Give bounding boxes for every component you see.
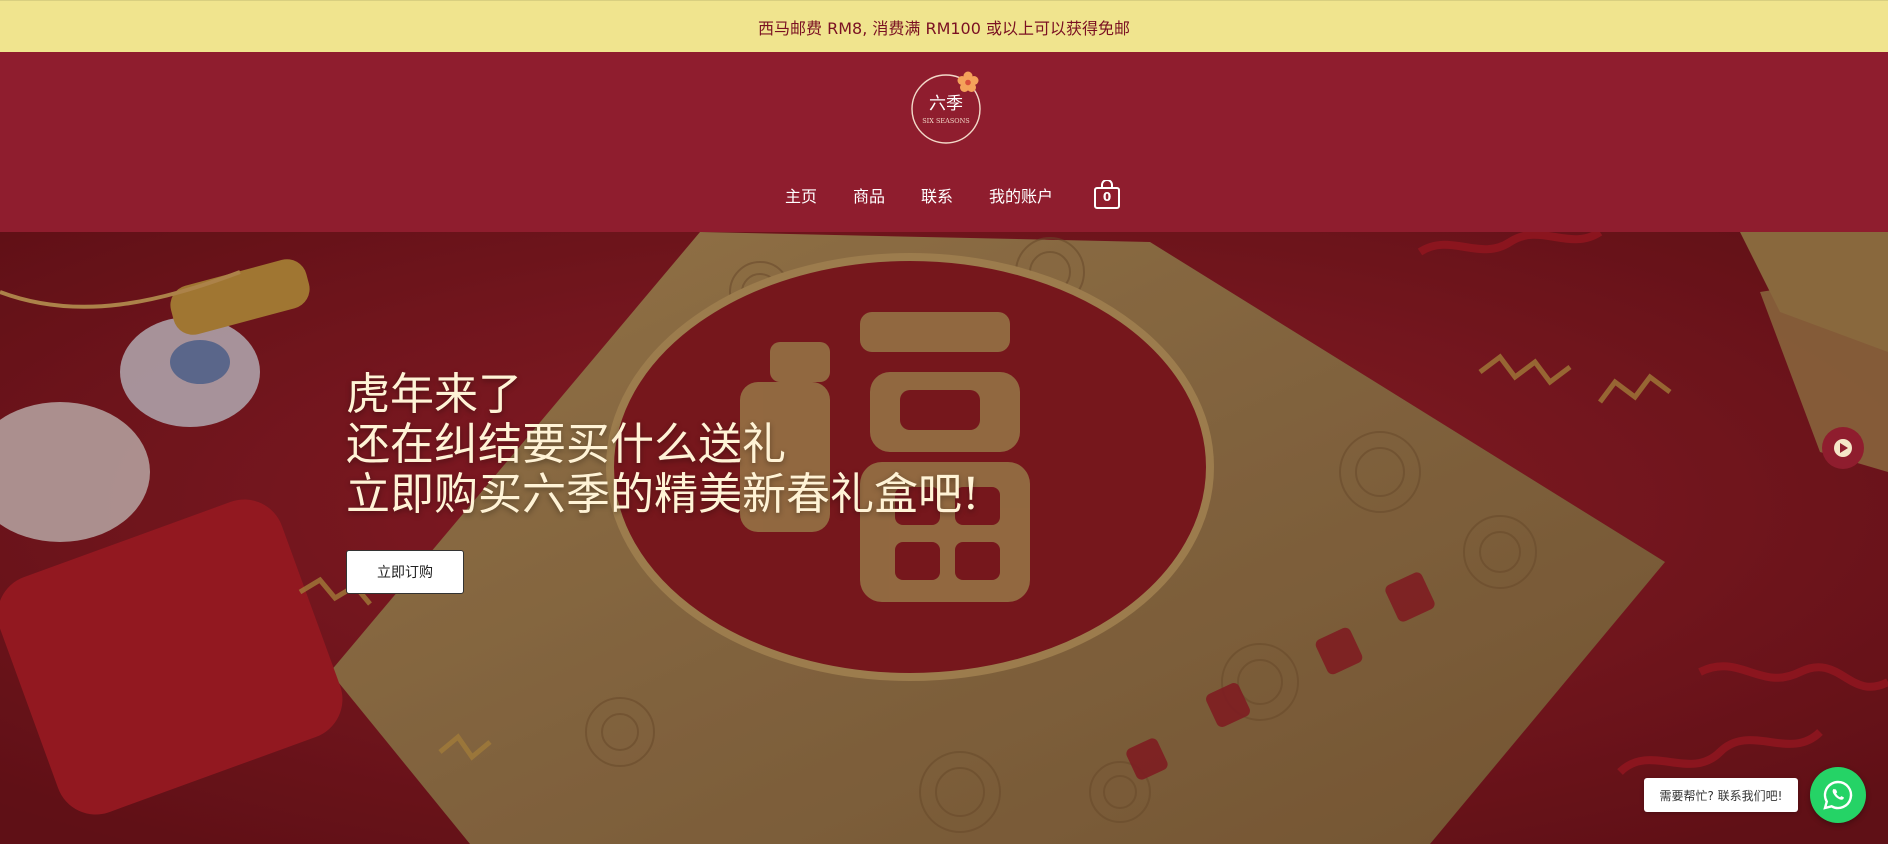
hero-content: 虎年来了 还在纠结要买什么送礼 立即购买六季的精美新春礼盒吧! 立即订购 [346,370,980,594]
whatsapp-icon [1823,780,1853,810]
hero-banner: 虎年来了 还在纠结要买什么送礼 立即购买六季的精美新春礼盒吧! 立即订购 需要帮… [0,232,1888,844]
hero-heading-line-1: 虎年来了 [346,369,522,420]
nav-products[interactable]: 商品 [853,183,885,207]
hero-heading-line-3: 立即购买六季的精美新春礼盒吧! [346,469,980,520]
hero-heading-line-2: 还在纠结要买什么送礼 [346,419,786,470]
main-nav: 主页 商品 联系 我的账户 0 [0,180,1888,210]
cart-count: 0 [1102,190,1112,204]
whatsapp-button[interactable] [1810,767,1866,823]
nav-my-account[interactable]: 我的账户 [989,183,1053,207]
logo-chinese: 六季 [929,94,963,114]
site-logo[interactable]: 六季 SIX SEASONS [908,69,984,145]
logo-english: SIX SEASONS [922,117,970,125]
order-now-button[interactable]: 立即订购 [346,550,464,594]
nav-contact[interactable]: 联系 [921,183,953,207]
chat-help-bubble[interactable]: 需要帮忙? 联系我们吧! [1644,778,1798,812]
announcement-text: 西马邮费 RM8, 消费满 RM100 或以上可以获得免邮 [758,18,1130,38]
announcement-bar: 西马邮费 RM8, 消费满 RM100 或以上可以获得免邮 [0,0,1888,52]
chat-help-text: 需要帮忙? 联系我们吧! [1659,788,1783,803]
site-header: 六季 SIX SEASONS 主页 商品 联系 我的账户 0 [0,52,1888,232]
cart-button[interactable]: 0 [1093,180,1121,210]
flower-icon [957,71,979,92]
slider-next-button[interactable] [1822,427,1864,469]
play-arrow-icon [1834,439,1852,457]
nav-home[interactable]: 主页 [785,183,817,207]
